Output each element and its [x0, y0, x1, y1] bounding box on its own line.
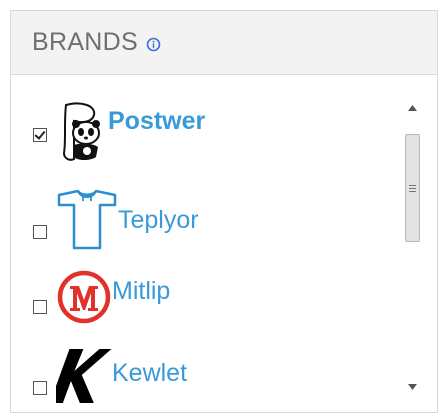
info-icon[interactable] — [146, 37, 161, 52]
brand-checkbox[interactable] — [33, 127, 47, 142]
brand-item-mitlip[interactable]: Mitlip — [33, 269, 170, 330]
tshirt-icon — [56, 189, 118, 256]
scroll-up-arrow-icon[interactable] — [404, 99, 421, 116]
scrollbar[interactable] — [404, 99, 421, 395]
grip-icon — [409, 184, 416, 192]
brand-label: Postwer — [108, 107, 206, 135]
panel-header: BRANDS — [11, 11, 437, 75]
scrollbar-thumb[interactable] — [405, 134, 420, 242]
brand-item-teplyor[interactable]: Teplyor — [33, 189, 199, 256]
panel-title: BRANDS — [32, 28, 138, 56]
brands-list: Postwer Teplyor Mitlip Kewlet — [11, 75, 437, 412]
panda-icon — [56, 101, 106, 168]
brand-label: Kewlet — [112, 359, 188, 387]
brand-checkbox[interactable] — [33, 299, 47, 314]
brand-item-kewlet[interactable]: Kewlet — [33, 345, 187, 410]
k-letter-icon — [49, 345, 112, 410]
brands-filter-panel: BRANDS Postwer Teplyor Mitlip Kewlet — [10, 10, 438, 413]
brand-item-postwer[interactable]: Postwer — [33, 101, 205, 168]
brand-checkbox[interactable] — [33, 224, 47, 239]
brand-checkbox[interactable] — [33, 380, 47, 395]
scroll-down-arrow-icon[interactable] — [404, 378, 421, 395]
brand-label: Teplyor — [118, 206, 199, 234]
m-circle-icon — [56, 269, 112, 330]
brand-label: Mitlip — [112, 277, 171, 305]
